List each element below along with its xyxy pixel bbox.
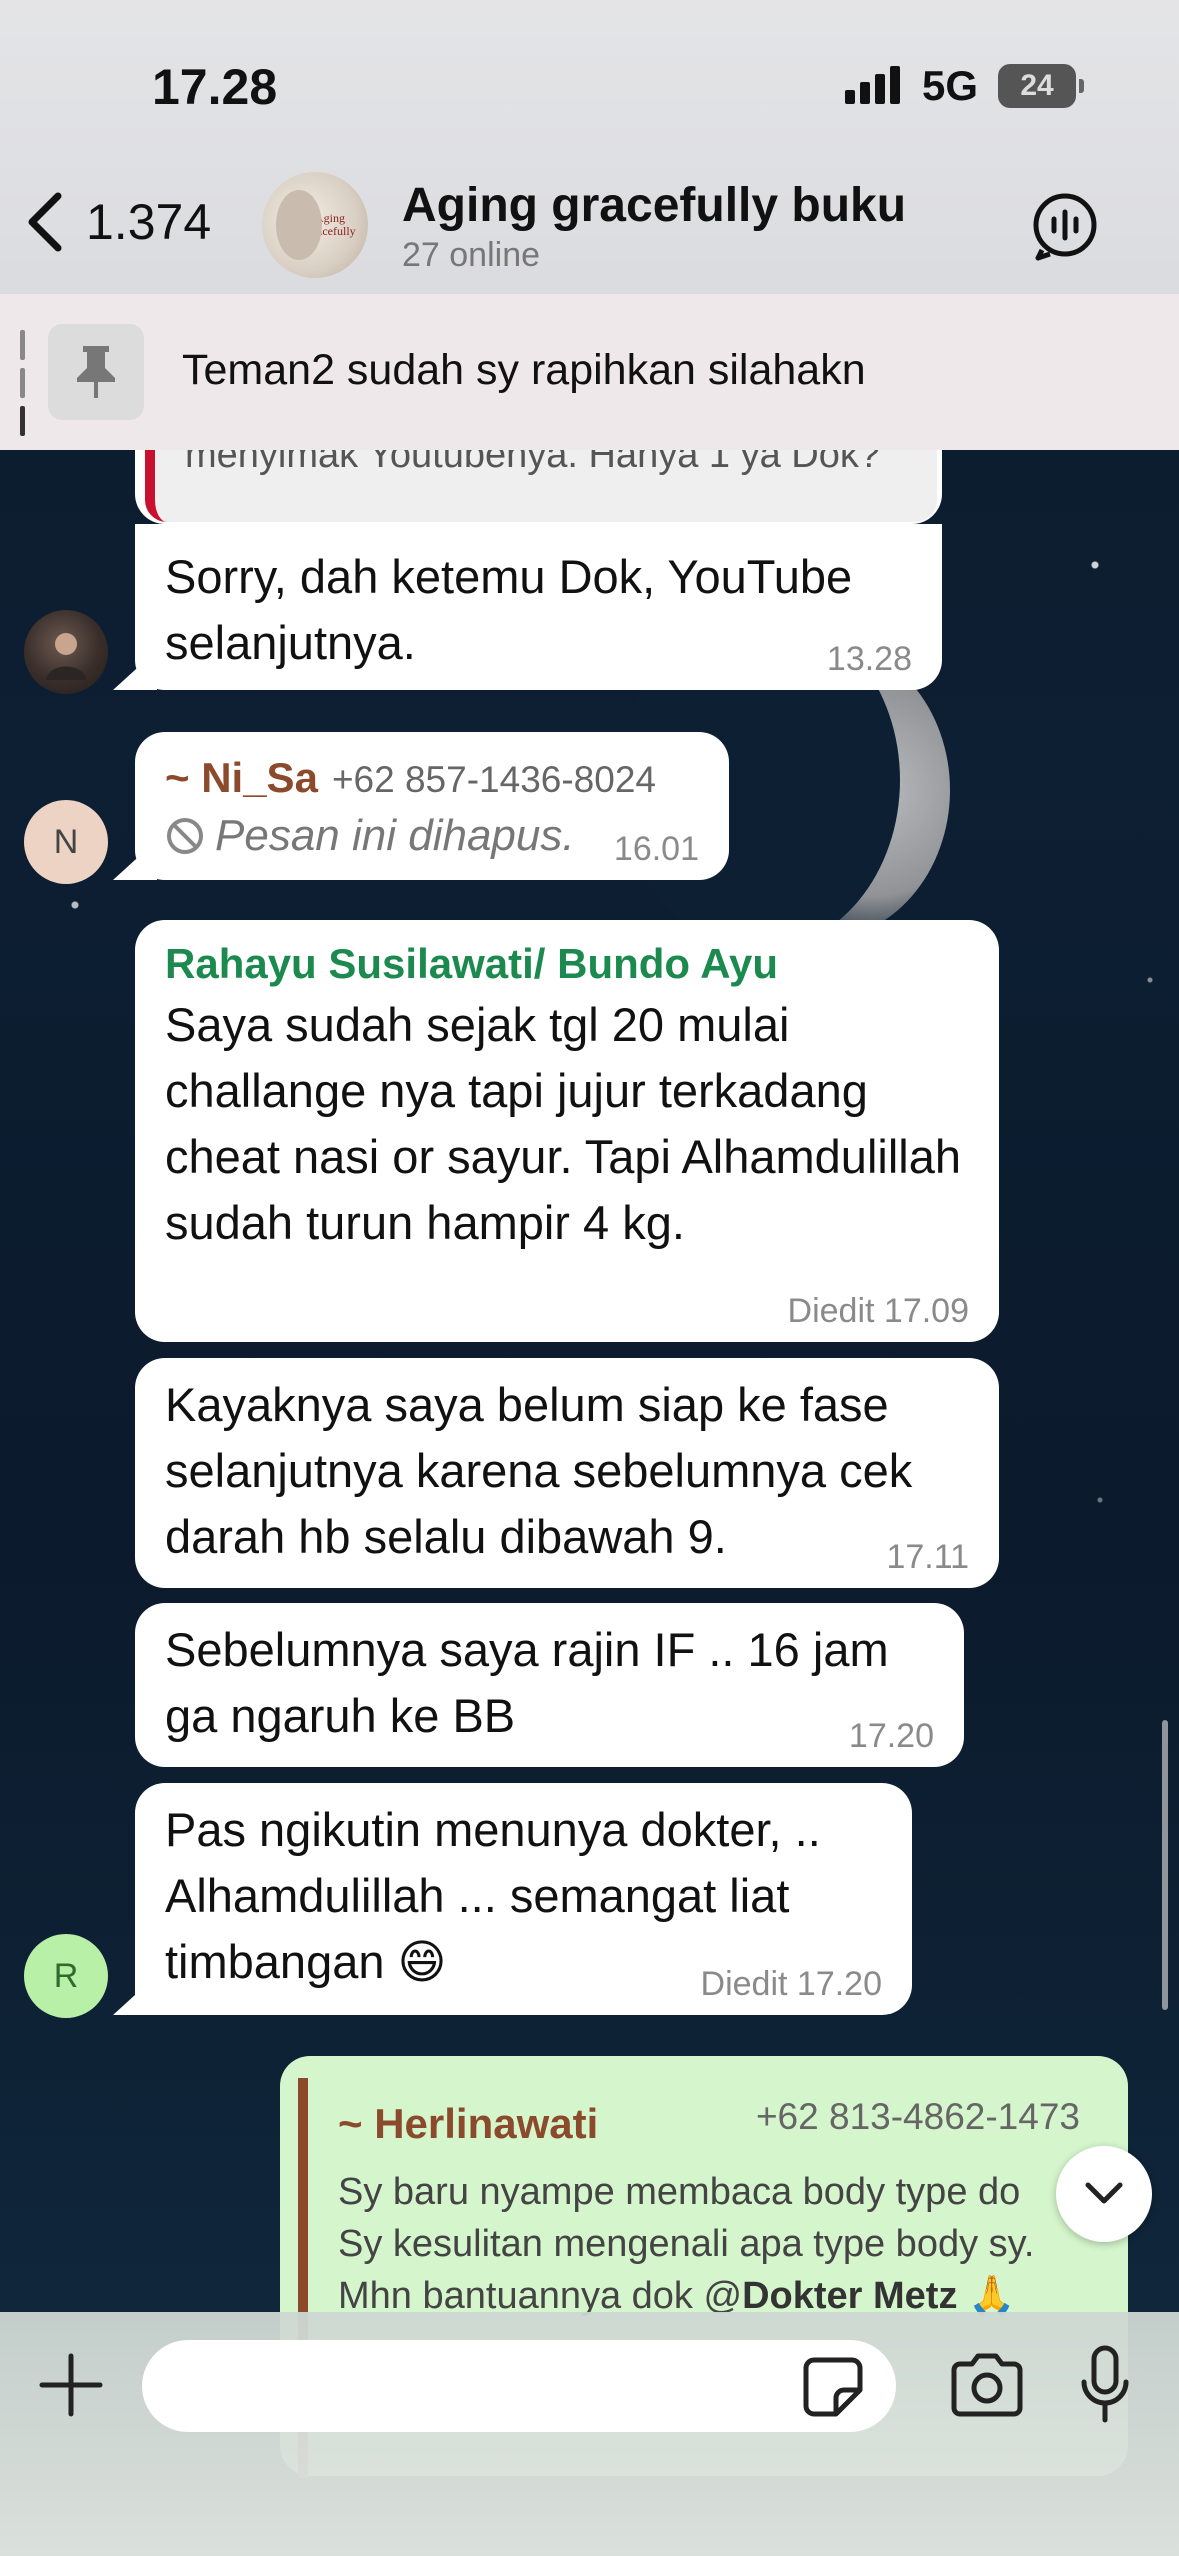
quoted-text: Sy baru nyampe membaca body type do Sy k… [338, 2166, 1080, 2322]
message-time: Diedit 17.09 [787, 1292, 969, 1330]
quoted-line-emoji: 🙏 [957, 2275, 1016, 2317]
deleted-icon [167, 818, 203, 854]
message-text: Kayaknya saya belum siap ke fase selanju… [165, 1378, 913, 1563]
plus-icon[interactable] [36, 2350, 106, 2420]
scrollbar[interactable] [1162, 1720, 1168, 2010]
deleted-text: Pesan ini dihapus. [215, 811, 575, 860]
quoted-line-text: Mhn bantuannya dok @ [338, 2275, 743, 2317]
network-label: 5G [922, 62, 979, 109]
voice-chat-icon[interactable] [1030, 192, 1100, 262]
camera-icon[interactable] [948, 2350, 1026, 2420]
quoted-sender: ~ Herlinawati [338, 2100, 599, 2147]
group-title[interactable]: Aging gracefully buku [402, 178, 906, 233]
avatar-letter: N [53, 822, 79, 861]
online-count: 27 online [402, 236, 541, 274]
message-bubble[interactable]: Sorry, dah ketemu Dok, YouTube selanjutn… [135, 524, 942, 690]
unread-count: 1.374 [86, 194, 212, 250]
message-input[interactable] [142, 2340, 896, 2432]
sticker-icon[interactable] [802, 2356, 864, 2418]
message-time: Diedit 17.20 [700, 1965, 882, 2003]
message-bubble[interactable]: Rahayu Susilawati/ Bundo Ayu Saya sudah … [135, 920, 999, 1342]
chevron-left-icon [28, 192, 62, 252]
message-bubble[interactable]: Kayaknya saya belum siap ke fase selanju… [135, 1358, 999, 1588]
message-bubble[interactable]: Pas ngikutin menunya dokter, .. Alhamdul… [135, 1783, 912, 2015]
quoted-phone: +62 813-4862-1473 [755, 2096, 1080, 2137]
signal-icon [845, 66, 900, 104]
message-text: Sebelumnya saya rajin IF .. 16 jam ga ng… [165, 1623, 889, 1742]
sender-name[interactable]: Rahayu Susilawati/ Bundo Ayu [165, 936, 969, 992]
avatar-face [276, 190, 322, 260]
message-time: 13.28 [826, 640, 912, 678]
quoted-line: Sy baru nyampe membaca body type do [338, 2171, 1021, 2213]
message-bubble[interactable]: ~ Ni_Sa +62 857-1436-8024 Pesan ini dihap… [135, 732, 729, 880]
sender-line: ~ Ni_Sa +62 857-1436-8024 [165, 750, 699, 806]
microphone-icon[interactable] [1080, 2344, 1130, 2426]
pinned-indicator [20, 330, 25, 444]
avatar-letter: R [53, 1956, 79, 1995]
message-time: 16.01 [613, 830, 699, 868]
quoted-line: Sy kesulitan mengenali apa type body sy. [338, 2223, 1035, 2265]
message-bubble[interactable]: Sebelumnya saya rajin IF .. 16 jam ga ng… [135, 1603, 964, 1767]
sender-avatar-photo[interactable] [24, 610, 108, 694]
scroll-to-bottom-button[interactable] [1056, 2146, 1152, 2242]
battery-icon: 24 [998, 64, 1084, 108]
quoted-header: ~ Herlinawati +62 813-4862-1473 [338, 2096, 1080, 2152]
sender-name[interactable]: ~ Ni_Sa [165, 754, 318, 801]
status-time: 17.28 [152, 59, 278, 115]
message-time: 17.11 [886, 1538, 969, 1576]
mention[interactable]: Dokter Metz [742, 2275, 957, 2317]
message-text: Sorry, dah ketemu Dok, YouTube selanjutn… [165, 550, 853, 669]
chevron-down-icon [1085, 2182, 1123, 2204]
pinned-text: Teman2 sudah sy rapihkan silahakn [182, 346, 866, 394]
back-button[interactable]: 1.374 [22, 190, 211, 254]
group-avatar[interactable]: Aging Gracefully [262, 172, 368, 278]
sender-avatar[interactable]: R [24, 1934, 108, 2018]
sender-avatar[interactable]: N [24, 800, 108, 884]
message-text: Saya sudah sejak tgl 20 mulai challange … [165, 998, 961, 1249]
sender-phone: +62 857-1436-8024 [331, 759, 656, 800]
pin-icon [48, 324, 144, 420]
message-time: 17.20 [848, 1717, 934, 1755]
